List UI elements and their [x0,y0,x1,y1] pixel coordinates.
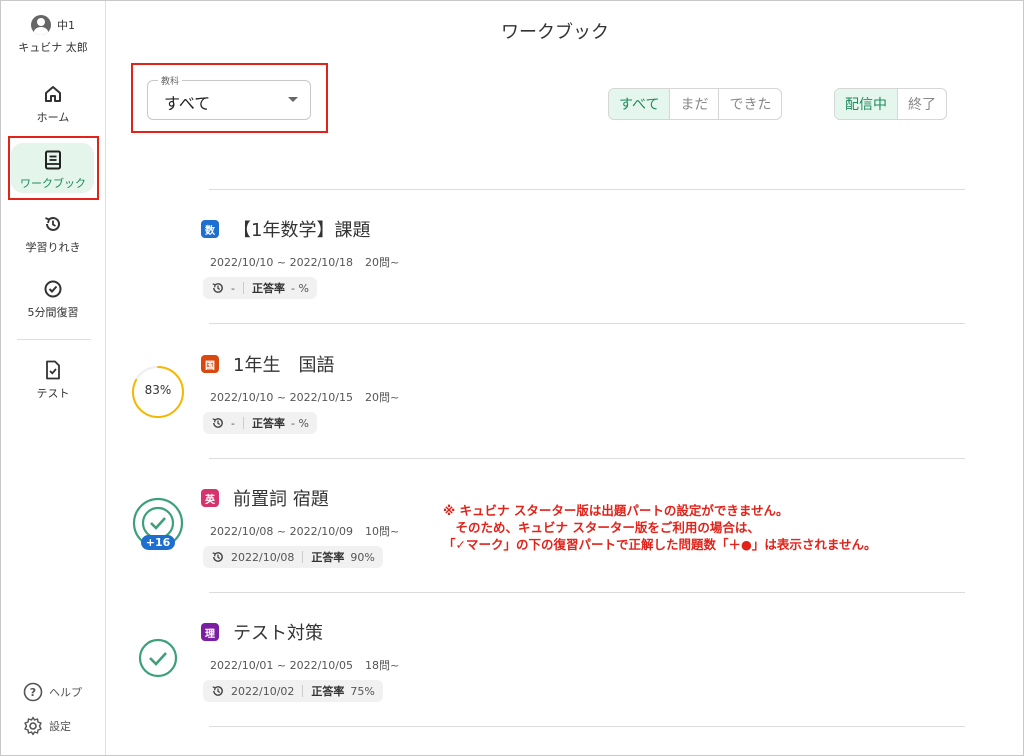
user-grade: 中1 [57,19,75,32]
workbook-period: 2022/10/08 ~ 2022/10/09 [210,525,354,538]
accuracy-label: 正答率 [311,551,345,564]
sidebar-divider [17,339,91,340]
user-name: キュビナ 太郎 [18,41,88,54]
user-info[interactable]: 中1 キュビナ 太郎 [1,13,105,55]
history-icon [1,211,105,237]
workbook-period: 2022/10/10 ~ 2022/10/18 [210,256,354,269]
home-icon [1,81,105,107]
accuracy-label: 正答率 [311,685,345,698]
workbook-stats: 2022/10/02 正答率 75% [203,680,383,702]
history-icon [212,686,223,696]
bonus-badge: +16 [141,535,175,550]
history-icon [212,283,223,293]
last-study-date: - [231,416,235,430]
last-study-date: 2022/10/02 [231,684,295,698]
subject-tag: 数 [201,220,219,238]
sidebar-item-history[interactable]: 学習りれき [1,211,105,255]
workbook-title: 前置詞 宿題 [233,489,329,510]
accuracy-value: 90% [350,550,375,564]
test-document-icon [1,357,105,383]
workbook-stats: 2022/10/08 正答率 90% [203,546,383,568]
check-circle-icon [1,276,105,302]
status-filter-done[interactable]: できた [719,89,781,119]
history-icon [212,552,223,562]
sidebar: 中1 キュビナ 太郎 ホーム ワークブック 学習りれき 5分間復習 テスト ? … [1,1,106,755]
annotation-note-line: ※ キュビナ スターター版は出題パートの設定ができません。 [443,503,789,518]
chevron-down-icon [288,97,298,102]
settings-label: 設定 [49,720,71,733]
workbook-stats: - 正答率 - % [203,277,317,299]
delivery-filter-ended[interactable]: 終了 [898,89,946,119]
list-divider [209,458,965,459]
annotation-note-line: 「✓マーク」の下の復習パートで正解した問題数「＋●」は表示されません。 [443,537,877,552]
workbook-questions: 10問~ [365,525,400,538]
workbook-period: 2022/10/01 ~ 2022/10/05 [210,659,354,672]
avatar-icon [31,15,51,35]
accuracy-value: - % [290,416,309,430]
accuracy-label: 正答率 [251,282,285,295]
accuracy-label: 正答率 [251,417,285,430]
subject-select[interactable]: 教科 すべて [147,74,311,120]
workbook-period: 2022/10/10 ~ 2022/10/15 [210,391,354,404]
workbook-title: 1年生 国語 [233,355,335,376]
completed-check-icon [137,637,179,679]
accuracy-value: - % [290,281,309,295]
sidebar-item-review[interactable]: 5分間復習 [1,276,105,320]
delivery-filter-active[interactable]: 配信中 [835,89,898,119]
list-divider [209,323,965,324]
sidebar-item-label: 学習りれき [25,241,81,254]
help-button[interactable]: ? ヘルプ [23,682,82,702]
list-divider [209,189,965,190]
list-divider [209,592,965,593]
subject-select-value: すべて [164,94,211,113]
subject-tag: 英 [201,489,219,507]
workbook-meta: 2022/10/10 ~ 2022/10/18 20問~ [210,254,399,270]
workbook-meta: 2022/10/08 ~ 2022/10/09 10問~ [210,523,399,539]
status-filter: すべて まだ できた [608,88,783,120]
sidebar-item-label: テスト [36,387,70,400]
status-filter-all[interactable]: すべて [609,89,671,119]
page-title: ワークブック [501,22,609,43]
accuracy-value: 75% [350,684,375,698]
status-filter-todo[interactable]: まだ [670,89,720,119]
workbook-meta: 2022/10/10 ~ 2022/10/15 20問~ [210,389,399,405]
workbook-title: テスト対策 [233,623,323,644]
workbook-title: 【1年数学】課題 [233,220,371,241]
annotation-note: ※ キュビナ スターター版は出題パートの設定ができません。 そのため、キュビナ … [443,502,877,553]
workbook-meta: 2022/10/01 ~ 2022/10/05 18問~ [210,657,399,673]
help-icon: ? [23,682,43,702]
sidebar-item-home[interactable]: ホーム [1,81,105,125]
gear-icon [24,716,42,736]
workbook-questions: 20問~ [365,256,400,269]
progress-ring: 83% [130,364,186,420]
workbook-questions: 18問~ [365,659,400,672]
list-divider [209,726,965,727]
annotation-note-line: そのため、キュビナ スターター版をご利用の場合は、 [443,520,760,535]
workbook-highlight-box [8,136,99,200]
sidebar-item-label: 5分間復習 [27,306,79,319]
sidebar-item-label: ホーム [36,111,70,124]
svg-text:?: ? [30,686,36,699]
history-icon [212,418,223,428]
subject-select-label: 教科 [158,74,183,87]
subject-tag: 理 [201,623,219,641]
last-study-date: - [231,281,235,295]
progress-label: 83% [144,383,172,397]
workbook-questions: 20問~ [365,391,400,404]
last-study-date: 2022/10/08 [231,550,295,564]
settings-button[interactable]: 設定 [23,716,71,736]
sidebar-item-test[interactable]: テスト [1,357,105,401]
help-label: ヘルプ [49,686,82,699]
completed-check-icon: +16 [131,497,185,551]
subject-tag: 国 [201,355,219,373]
workbook-stats: - 正答率 - % [203,412,317,434]
delivery-filter: 配信中 終了 [834,88,947,120]
